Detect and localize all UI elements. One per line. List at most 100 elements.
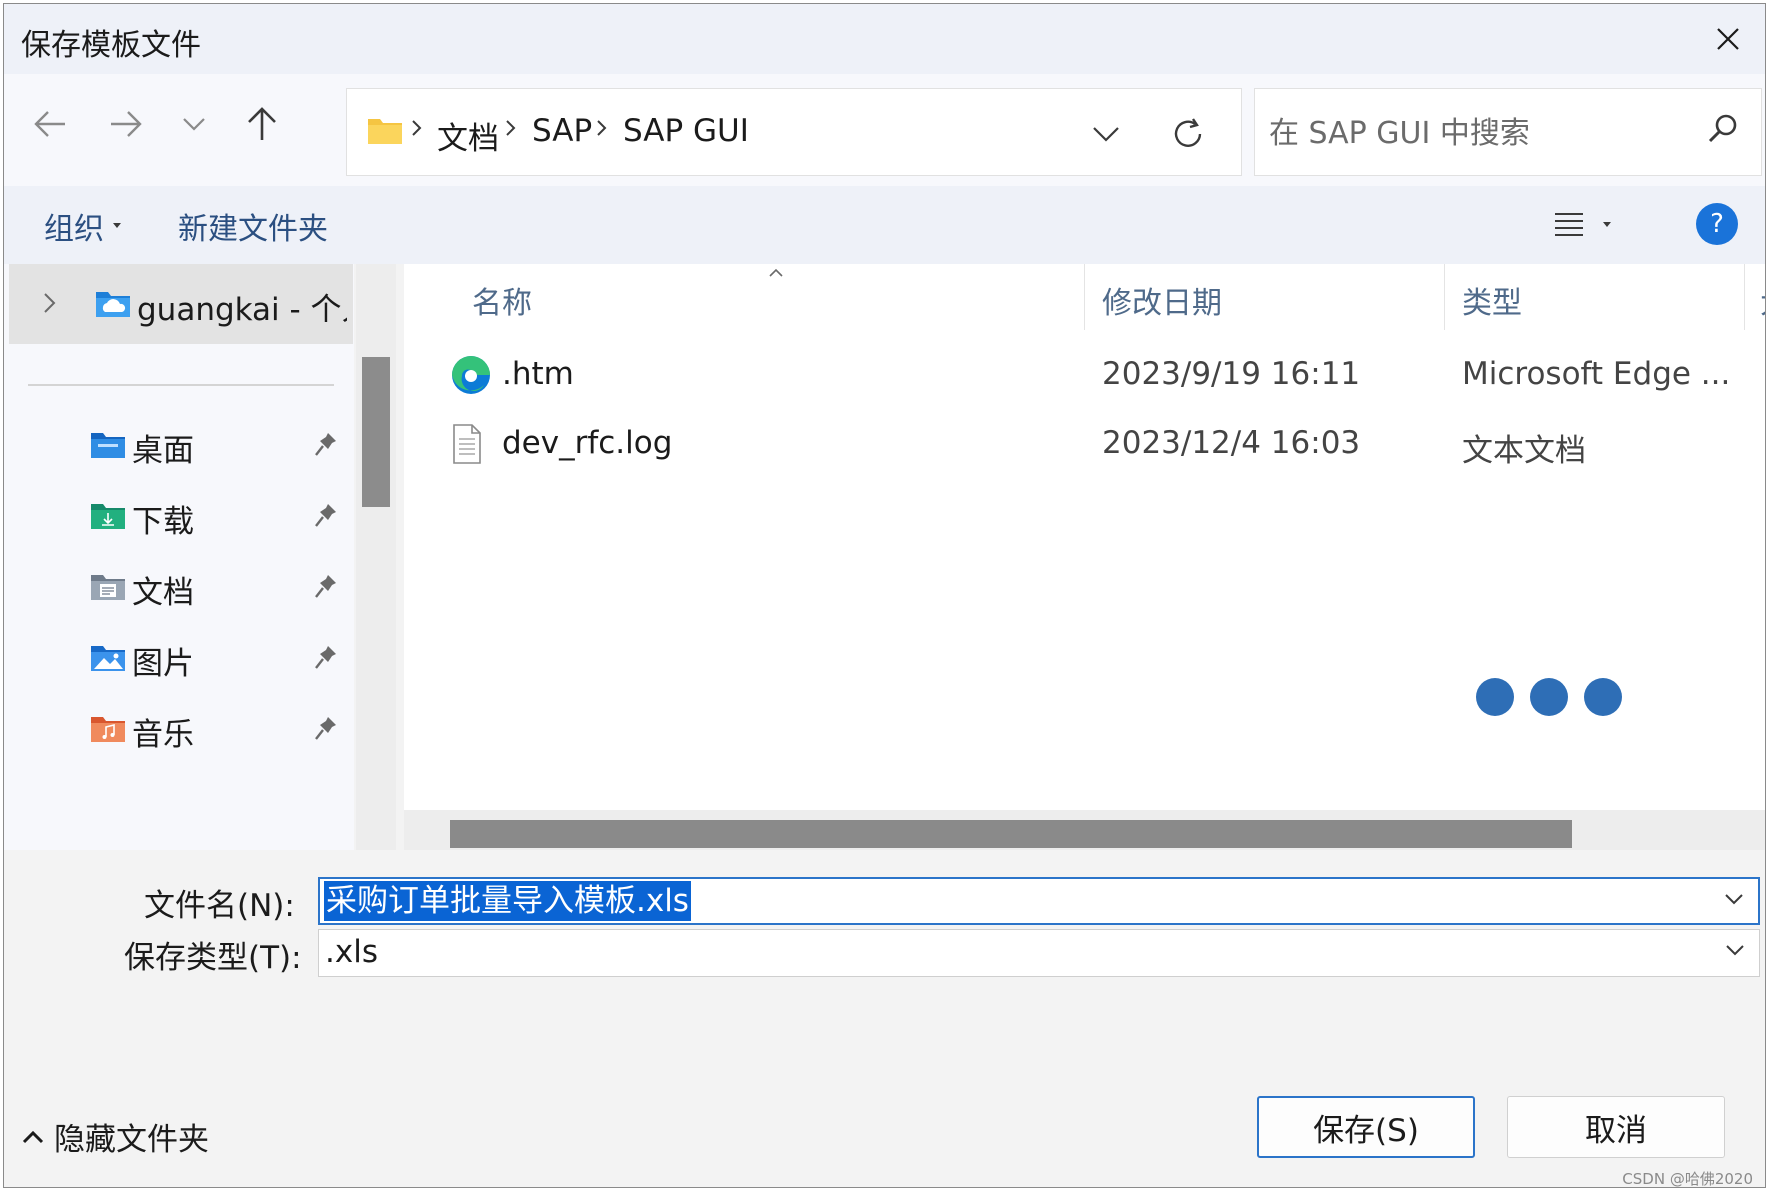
documents-folder-icon — [91, 575, 125, 600]
window-title: 保存模板文件 — [21, 28, 201, 63]
refresh-button[interactable] — [1163, 109, 1213, 159]
sidebar-scrollbar[interactable] — [356, 264, 396, 850]
view-options-button[interactable] — [1554, 202, 1634, 248]
address-history-dropdown[interactable] — [1083, 111, 1129, 157]
up-button[interactable] — [234, 96, 290, 152]
column-header-size[interactable]: 大 — [1760, 278, 1765, 322]
hide-folders-label: 隐藏文件夹 — [54, 1122, 209, 1158]
navigation-bar: 文档 SAP SAP GUI — [4, 74, 1765, 186]
breadcrumb-sap[interactable]: SAP — [532, 113, 592, 149]
sidebar-item-label: 下载 — [132, 504, 194, 540]
folder-icon — [368, 119, 402, 144]
file-name: dev_rfc.log — [502, 425, 673, 461]
file-list-horizontal-scrollbar[interactable] — [404, 810, 1765, 850]
chevron-right-icon[interactable] — [43, 292, 57, 314]
title-bar: 保存模板文件 — [4, 4, 1765, 74]
horizontal-scrollbar-thumb[interactable] — [450, 820, 1572, 848]
sidebar-item-label: guangkai - 个人 — [137, 292, 347, 328]
forward-button[interactable] — [98, 96, 154, 152]
file-type: Microsoft Edge ... — [1462, 356, 1731, 392]
new-folder-button[interactable]: 新建文件夹 — [178, 204, 328, 248]
search-input[interactable] — [1269, 109, 1689, 157]
close-icon — [1717, 28, 1739, 50]
sidebar-item-documents[interactable]: 文档 — [4, 553, 354, 625]
organize-menu[interactable]: 组织 — [44, 204, 122, 248]
sidebar-item-label: 桌面 — [132, 433, 194, 469]
close-button[interactable] — [1703, 16, 1753, 62]
sidebar-item-desktop[interactable]: 桌面 — [4, 411, 354, 483]
column-header-date[interactable]: 修改日期 — [1102, 278, 1222, 322]
filename-input[interactable]: 采购订单批量导入模板.xls — [324, 881, 691, 921]
onedrive-folder-icon — [96, 292, 130, 317]
table-row[interactable]: .htm 2023/9/19 16:11 Microsoft Edge ... — [404, 338, 1765, 416]
pin-icon[interactable] — [314, 573, 338, 599]
search-icon — [1708, 114, 1737, 143]
sidebar-scrollbar-thumb[interactable] — [362, 357, 390, 507]
loading-dot — [1476, 678, 1514, 716]
save-options-panel: 文件名(N): 采购订单批量导入模板.xls 保存类型(T): .xls 隐藏文… — [4, 850, 1765, 1188]
navigation-pane: guangkai - 个人 桌面 下载 文档 图片 音乐 — [4, 264, 354, 850]
filetype-value: .xls — [325, 934, 378, 970]
breadcrumb-documents[interactable]: 文档 — [437, 113, 499, 158]
command-bar: 组织 新建文件夹 ? — [4, 186, 1765, 264]
sidebar-item-music[interactable]: 音乐 — [4, 695, 354, 767]
chevron-right-icon — [412, 120, 422, 136]
sidebar-item-pictures[interactable]: 图片 — [4, 624, 354, 696]
pin-icon[interactable] — [314, 644, 338, 670]
pin-icon[interactable] — [314, 715, 338, 741]
chevron-down-icon — [1093, 127, 1119, 142]
column-header-name[interactable]: 名称 — [472, 278, 532, 322]
list-view-icon — [1555, 213, 1583, 236]
help-button[interactable]: ? — [1696, 203, 1738, 245]
chevron-up-icon — [22, 1130, 44, 1143]
column-header-type[interactable]: 类型 — [1462, 278, 1522, 322]
sidebar-item-downloads[interactable]: 下载 — [4, 482, 354, 554]
search-box — [1254, 88, 1762, 176]
text-file-icon — [453, 424, 481, 464]
sidebar-item-onedrive[interactable]: guangkai - 个人 — [9, 264, 353, 344]
sidebar-item-label: 文档 — [132, 575, 194, 611]
arrow-left-icon — [34, 111, 65, 137]
recent-locations-button[interactable] — [166, 96, 222, 152]
chevron-down-icon[interactable] — [1725, 944, 1745, 956]
caret-down-icon — [1603, 222, 1611, 227]
sidebar-item-label: 音乐 — [132, 717, 194, 753]
filetype-select[interactable]: .xls — [318, 929, 1760, 977]
music-folder-icon — [91, 717, 125, 742]
save-button[interactable]: 保存(S) — [1257, 1096, 1475, 1158]
pin-icon[interactable] — [314, 502, 338, 528]
chevron-down-icon — [183, 118, 205, 131]
hide-folders-toggle[interactable]: 隐藏文件夹 — [22, 1114, 209, 1159]
sort-ascending-icon — [769, 268, 783, 277]
file-type: 文本文档 — [1462, 433, 1586, 469]
loading-dot — [1584, 678, 1622, 716]
address-bar[interactable]: 文档 SAP SAP GUI — [346, 88, 1242, 176]
pictures-folder-icon — [91, 646, 125, 671]
chevron-right-icon — [597, 120, 607, 136]
edge-icon — [452, 356, 490, 394]
sidebar-divider — [28, 384, 334, 386]
column-divider[interactable] — [1744, 264, 1745, 330]
filetype-label: 保存类型(T): — [124, 940, 302, 976]
file-date: 2023/12/4 16:03 — [1102, 425, 1361, 461]
watermark: CSDN @哈佛2020 — [1622, 1170, 1753, 1188]
column-divider[interactable] — [1084, 264, 1085, 330]
cancel-button[interactable]: 取消 — [1507, 1096, 1725, 1158]
column-divider[interactable] — [1444, 264, 1445, 330]
arrow-right-icon — [111, 111, 142, 137]
pin-icon[interactable] — [314, 431, 338, 457]
sidebar-item-label: 图片 — [132, 646, 194, 682]
breadcrumb-sap-gui[interactable]: SAP GUI — [623, 113, 749, 149]
desktop-folder-icon — [91, 433, 125, 458]
arrow-up-icon — [248, 107, 276, 140]
back-button[interactable] — [22, 96, 78, 152]
filename-label: 文件名(N): — [144, 888, 295, 924]
downloads-folder-icon — [91, 504, 125, 529]
file-name: .htm — [502, 356, 574, 392]
caret-down-icon — [113, 223, 121, 228]
chevron-down-icon[interactable] — [1724, 893, 1744, 905]
file-list: 名称 修改日期 类型 大 .htm 2023/9/19 16:11 Micros… — [404, 264, 1765, 850]
filename-field[interactable]: 采购订单批量导入模板.xls — [318, 877, 1760, 925]
table-row[interactable]: dev_rfc.log 2023/12/4 16:03 文本文档 — [404, 407, 1765, 485]
refresh-icon — [1174, 118, 1202, 147]
